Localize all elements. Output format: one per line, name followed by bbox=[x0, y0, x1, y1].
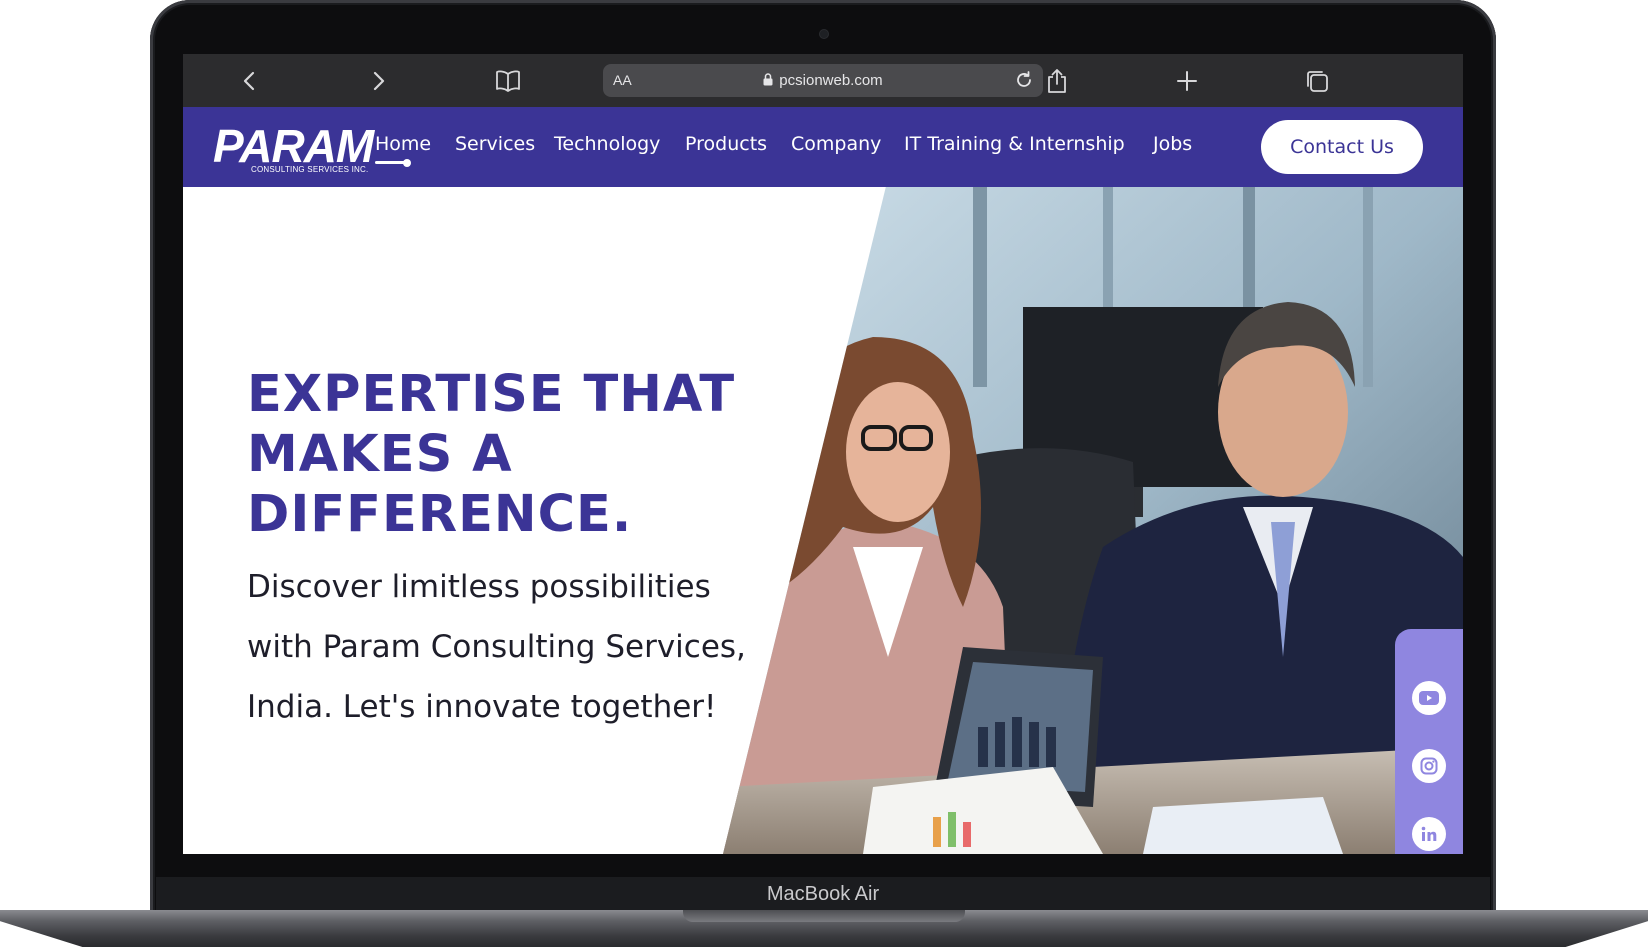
logo-subtitle: CONSULTING SERVICES INC. bbox=[251, 165, 369, 174]
nav-item-it-training[interactable]: IT Training & Internship bbox=[904, 133, 1125, 155]
tabs-icon[interactable] bbox=[1303, 67, 1331, 95]
url-display: pcsionweb.com bbox=[603, 72, 1043, 90]
share-icon[interactable] bbox=[1043, 67, 1071, 95]
youtube-icon[interactable] bbox=[1412, 681, 1446, 715]
hero-subtext: Discover limitless possibilities with Pa… bbox=[247, 569, 746, 725]
nav-item-jobs[interactable]: Jobs bbox=[1153, 133, 1192, 155]
nav-item-products[interactable]: Products bbox=[685, 133, 767, 155]
browser-toolbar: AA pcsionweb.com bbox=[183, 54, 1463, 107]
nav-item-technology[interactable]: Technology bbox=[554, 133, 660, 155]
social-sidebar bbox=[1395, 629, 1463, 854]
device-label: MacBook Air bbox=[766, 883, 880, 905]
instagram-icon[interactable] bbox=[1412, 749, 1446, 783]
logo-wordmark: PARAM bbox=[213, 120, 374, 172]
forward-icon[interactable] bbox=[365, 67, 393, 95]
new-tab-icon[interactable] bbox=[1173, 67, 1201, 95]
screen: AA pcsionweb.com PARAM CONSULTING SERVIC… bbox=[183, 54, 1463, 854]
site-header: PARAM CONSULTING SERVICES INC. Home Serv… bbox=[183, 107, 1463, 187]
hero-headline: EXPERTISE THAT MAKES A DIFFERENCE. bbox=[247, 365, 736, 544]
nav-item-services[interactable]: Services bbox=[455, 133, 535, 155]
laptop-chin: MacBook Air bbox=[156, 877, 1490, 911]
bookmarks-icon[interactable] bbox=[494, 67, 522, 95]
nav-item-company[interactable]: Company bbox=[791, 133, 881, 155]
nav-item-home[interactable]: Home bbox=[375, 133, 432, 167]
active-indicator bbox=[375, 158, 411, 167]
lock-icon bbox=[763, 73, 773, 90]
reload-icon[interactable] bbox=[1013, 69, 1035, 91]
hero-photo bbox=[723, 187, 1463, 854]
contact-us-button[interactable]: Contact Us bbox=[1261, 120, 1423, 174]
back-icon[interactable] bbox=[235, 67, 263, 95]
linkedin-icon[interactable] bbox=[1412, 817, 1446, 851]
logo[interactable]: PARAM CONSULTING SERVICES INC. bbox=[213, 121, 374, 177]
url-text: pcsionweb.com bbox=[779, 72, 883, 89]
nav-label: Home bbox=[375, 133, 432, 155]
laptop-hinge-notch bbox=[683, 910, 965, 922]
camera bbox=[820, 30, 828, 38]
hero-section: EXPERTISE THAT MAKES A DIFFERENCE. Disco… bbox=[183, 187, 1463, 854]
address-bar[interactable]: AA pcsionweb.com bbox=[603, 64, 1043, 97]
